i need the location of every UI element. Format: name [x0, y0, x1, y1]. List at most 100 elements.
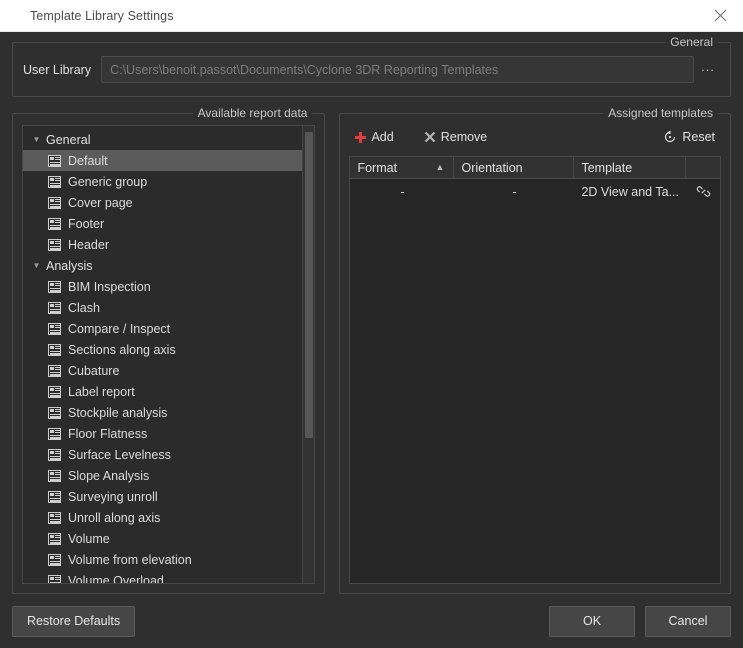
window-title: Template Library Settings	[30, 9, 174, 23]
template-library-settings-dialog: Template Library Settings General User L…	[0, 0, 743, 648]
report-icon	[48, 449, 61, 461]
main-columns: Available report data ▼GeneralDefaultGen…	[12, 113, 731, 594]
tree-item-generic-group[interactable]: Generic group	[23, 171, 314, 192]
column-header-template[interactable]: Template	[574, 157, 686, 178]
tree-item-sections-along-axis[interactable]: Sections along axis	[23, 339, 314, 360]
tree-item-label: Footer	[68, 217, 104, 231]
table-header-row: Format ▲ Orientation Template	[350, 157, 720, 179]
report-icon	[48, 323, 61, 335]
browse-button[interactable]: ...	[694, 56, 722, 83]
tree-item-label: Header	[68, 238, 109, 252]
report-icon	[48, 302, 61, 314]
caret-up-icon: ▲	[436, 163, 445, 172]
user-library-path-input[interactable]: C:\Users\benoit.passot\Documents\Cyclone…	[101, 56, 694, 83]
plus-icon	[355, 132, 366, 143]
available-report-data-column: Available report data ▼GeneralDefaultGen…	[12, 113, 325, 594]
reset-icon	[663, 130, 677, 144]
tree-item-slope-analysis[interactable]: Slope Analysis	[23, 465, 314, 486]
tree-item-compare-inspect[interactable]: Compare / Inspect	[23, 318, 314, 339]
titlebar: Template Library Settings	[0, 0, 743, 32]
tree-item-cover-page[interactable]: Cover page	[23, 192, 314, 213]
tree-item-label: Compare / Inspect	[68, 322, 170, 336]
remove-button[interactable]: Remove	[420, 128, 492, 146]
add-button[interactable]: Add	[351, 128, 397, 146]
reset-button[interactable]: Reset	[659, 128, 719, 146]
tree-item-floor-flatness[interactable]: Floor Flatness	[23, 423, 314, 444]
tree-item-label: Floor Flatness	[68, 427, 147, 441]
tree-item-label: Stockpile analysis	[68, 406, 167, 420]
close-icon-glyph	[714, 9, 727, 22]
tree-item-volume-from-elevation[interactable]: Volume from elevation	[23, 549, 314, 570]
tree-item-surface-levelness[interactable]: Surface Levelness	[23, 444, 314, 465]
tree-item-label: Surveying unroll	[68, 490, 158, 504]
tree-group-label: General	[46, 133, 90, 147]
tree-scrollbar-thumb[interactable]	[305, 132, 313, 438]
report-icon	[48, 575, 61, 584]
tree-item-label: Clash	[68, 301, 100, 315]
tree-item-label: Surface Levelness	[68, 448, 171, 462]
tree-item-clash[interactable]: Clash	[23, 297, 314, 318]
report-icon	[48, 512, 61, 524]
column-header-link[interactable]	[686, 157, 720, 178]
tree-item-label: BIM Inspection	[68, 280, 151, 294]
chevron-down-icon[interactable]: ▼	[29, 262, 44, 270]
cell-template: 2D View and Ta...	[574, 179, 686, 204]
tree-group-general[interactable]: ▼General	[23, 129, 314, 150]
report-icon	[48, 470, 61, 482]
ok-button[interactable]: OK	[549, 606, 635, 637]
tree-item-label: Volume	[68, 532, 110, 546]
report-icon	[48, 281, 61, 293]
general-group-legend: General	[665, 35, 718, 49]
cancel-button[interactable]: Cancel	[645, 606, 731, 637]
tree-item-stockpile-analysis[interactable]: Stockpile analysis	[23, 402, 314, 423]
tree-item-label: Label report	[68, 385, 135, 399]
tree-item-volume[interactable]: Volume	[23, 528, 314, 549]
tree-group-analysis[interactable]: ▼Analysis	[23, 255, 314, 276]
tree-item-bim-inspection[interactable]: BIM Inspection	[23, 276, 314, 297]
dialog-footer: Restore Defaults OK Cancel	[0, 594, 743, 648]
report-icon	[48, 386, 61, 398]
tree-item-header[interactable]: Header	[23, 234, 314, 255]
table-row[interactable]: - - 2D View and Ta...	[350, 179, 720, 204]
report-icon	[48, 239, 61, 251]
tree-item-default[interactable]: Default	[23, 150, 314, 171]
tree-item-label: Volume Overload	[68, 574, 164, 584]
tree-scrollbar[interactable]	[302, 126, 314, 583]
tree-item-label: Generic group	[68, 175, 147, 189]
user-library-label: User Library	[23, 63, 91, 77]
tree-item-cubature[interactable]: Cubature	[23, 360, 314, 381]
cell-link[interactable]	[686, 179, 720, 204]
available-report-data-group: Available report data ▼GeneralDefaultGen…	[12, 113, 325, 594]
tree-item-label: Unroll along axis	[68, 511, 160, 525]
tree-item-label: Volume from elevation	[68, 553, 192, 567]
general-group: General User Library C:\Users\benoit.pas…	[12, 42, 731, 97]
report-data-tree[interactable]: ▼GeneralDefaultGeneric groupCover pageFo…	[22, 125, 315, 584]
close-icon[interactable]	[697, 0, 743, 32]
report-icon	[48, 344, 61, 356]
available-group-legend: Available report data	[193, 106, 313, 120]
report-icon	[48, 197, 61, 209]
tree-item-label: Sections along axis	[68, 343, 176, 357]
report-icon	[48, 554, 61, 566]
tree-item-volume-overload[interactable]: Volume Overload	[23, 570, 314, 583]
chain-link-icon	[696, 184, 711, 199]
tree-item-unroll-along-axis[interactable]: Unroll along axis	[23, 507, 314, 528]
assigned-templates-column: Assigned templates Add Remove	[339, 113, 731, 594]
tree-item-label: Slope Analysis	[68, 469, 149, 483]
column-header-format-label: Format	[357, 161, 397, 175]
column-header-orientation-label: Orientation	[461, 161, 522, 175]
assigned-templates-group: Assigned templates Add Remove	[339, 113, 731, 594]
column-header-orientation[interactable]: Orientation	[454, 157, 574, 178]
tree-item-surveying-unroll[interactable]: Surveying unroll	[23, 486, 314, 507]
report-icon	[48, 407, 61, 419]
tree-group-label: Analysis	[46, 259, 93, 273]
chevron-down-icon[interactable]: ▼	[29, 136, 44, 144]
report-icon	[48, 491, 61, 503]
restore-defaults-button[interactable]: Restore Defaults	[12, 606, 135, 637]
tree-item-label-report[interactable]: Label report	[23, 381, 314, 402]
tree-item-label: Default	[68, 154, 108, 168]
column-header-format[interactable]: Format ▲	[350, 157, 454, 178]
report-icon	[48, 155, 61, 167]
tree-item-footer[interactable]: Footer	[23, 213, 314, 234]
report-icon	[48, 218, 61, 230]
